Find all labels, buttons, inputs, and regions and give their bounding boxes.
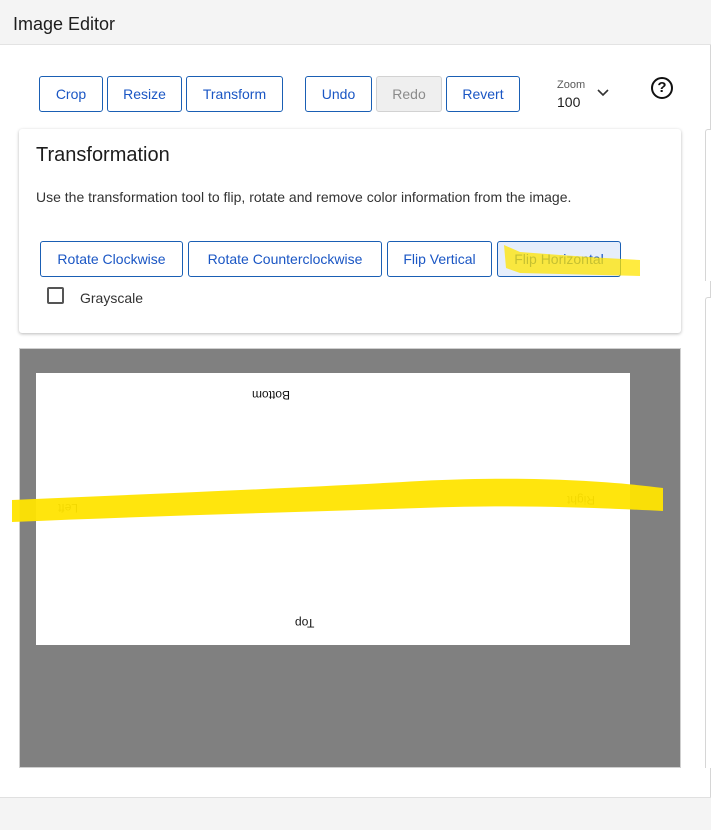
image-label-right: Right — [567, 493, 596, 507]
zoom-label: Zoom — [557, 79, 586, 91]
chevron-down-icon[interactable] — [596, 86, 610, 100]
title-bar: Image Editor — [0, 0, 711, 45]
side-panel-edge — [705, 297, 711, 768]
resize-button[interactable]: Resize — [107, 76, 182, 112]
grayscale-label: Grayscale — [80, 290, 144, 306]
panel-title: Transformation — [36, 144, 170, 166]
panel-description: Use the transformation tool to flip, rot… — [36, 189, 572, 205]
help-icon[interactable]: ? — [651, 77, 673, 99]
image-label-left: Left — [58, 501, 79, 515]
undo-button[interactable]: Undo — [305, 76, 372, 112]
image-editor-dialog: Image Editor Crop Resize Transform Undo … — [0, 0, 711, 830]
image-label-bottom: Bottom — [252, 388, 291, 402]
transformation-panel: Transformation Use the transformation to… — [19, 129, 681, 333]
transform-button[interactable]: Transform — [186, 76, 283, 112]
redo-button[interactable]: Redo — [376, 76, 442, 112]
rotate-clockwise-button[interactable]: Rotate Clockwise — [40, 241, 183, 277]
grayscale-checkbox[interactable] — [47, 287, 64, 304]
rotate-counterclockwise-button[interactable]: Rotate Counterclockwise — [188, 241, 382, 277]
image-label-top: Top — [295, 616, 315, 630]
side-panel-edge — [705, 129, 711, 281]
crop-button[interactable]: Crop — [39, 76, 103, 112]
image-canvas: Bottom Left Right Top — [19, 348, 681, 768]
dialog-footer — [0, 797, 711, 830]
flip-horizontal-button[interactable]: Flip Horizontal — [497, 241, 621, 277]
revert-button[interactable]: Revert — [446, 76, 520, 112]
flip-vertical-button[interactable]: Flip Vertical — [387, 241, 492, 277]
preview-image: Bottom Left Right Top — [36, 373, 630, 645]
zoom-select[interactable]: 100 — [557, 94, 580, 110]
window-title: Image Editor — [13, 14, 116, 34]
